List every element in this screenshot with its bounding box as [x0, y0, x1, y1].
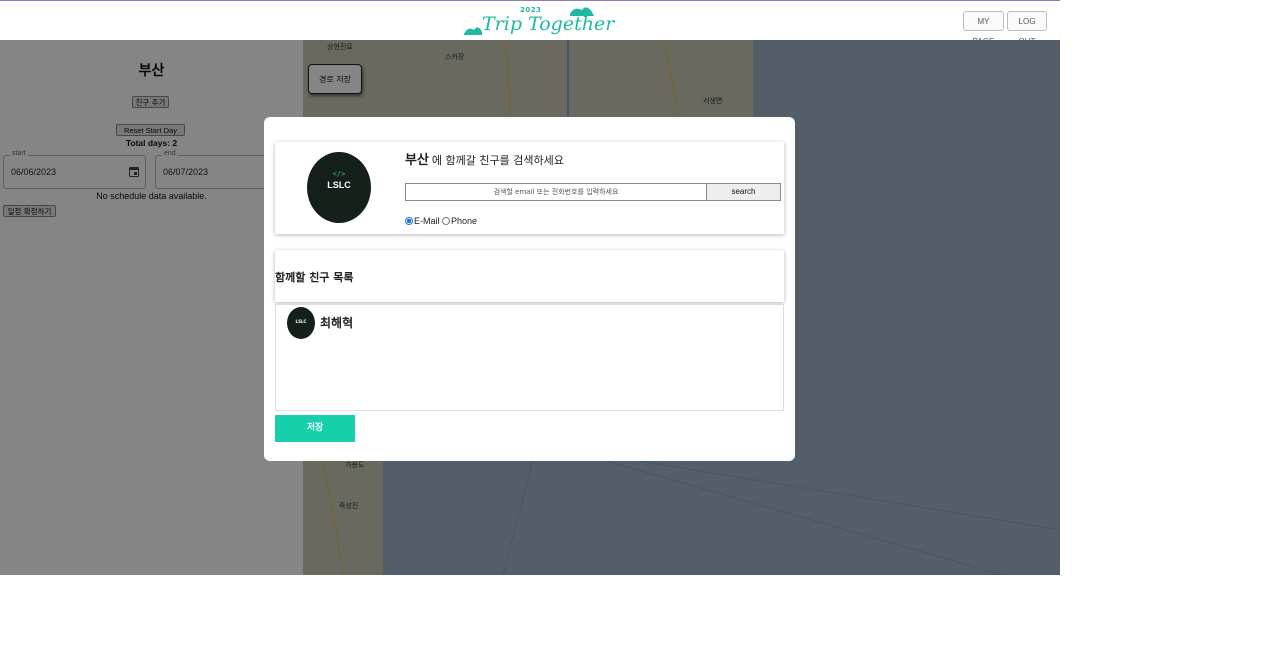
phone-radio-label: Phone	[451, 216, 478, 226]
modal-city: 부산	[405, 153, 429, 168]
avatar-label: LSLC	[327, 180, 351, 190]
email-radio[interactable]	[405, 216, 413, 225]
email-radio-label: E-Mail	[414, 216, 440, 226]
log-out-button[interactable]: LOG OUT	[1007, 11, 1047, 46]
friend-list: LSLC 최해혁	[275, 304, 784, 411]
avatar: </> LSLC	[307, 152, 371, 223]
code-icon: </>	[332, 170, 346, 178]
friend-search-input[interactable]: 검색할 email 또는 전화번호를 입력하세요	[405, 183, 707, 201]
search-button[interactable]: search	[706, 183, 781, 201]
search-type-radios: E-Mail Phone	[405, 216, 477, 226]
phone-radio[interactable]	[442, 216, 451, 225]
trip-together-logo[interactable]: 2023 Trip Together	[462, 4, 614, 38]
friend-list-header: 함께할 친구 목록	[275, 250, 784, 302]
save-button[interactable]: 저장	[275, 415, 355, 442]
avatar: LSLC	[287, 307, 315, 339]
logo-name: Trip Together	[482, 13, 615, 35]
my-page-button[interactable]: MY PAGE	[963, 11, 1004, 46]
app-header: 2023 Trip Together MY PAGE LOG OUT	[0, 1, 1060, 46]
search-card: </> LSLC 부산 에 함께갈 친구를 검색하세요 검색할 email 또는 …	[275, 142, 784, 234]
friend-search-modal: </> LSLC 부산 에 함께갈 친구를 검색하세요 검색할 email 또는 …	[264, 117, 795, 461]
friend-name: 최해혁	[320, 316, 354, 330]
modal-title-text: 에 함께갈 친구를 검색하세요	[431, 154, 564, 167]
avatar-label: LSLC	[295, 319, 307, 324]
modal-title: 부산 에 함께갈 친구를 검색하세요	[405, 149, 564, 168]
friend-list-title: 함께할 친구 목록	[275, 271, 354, 284]
